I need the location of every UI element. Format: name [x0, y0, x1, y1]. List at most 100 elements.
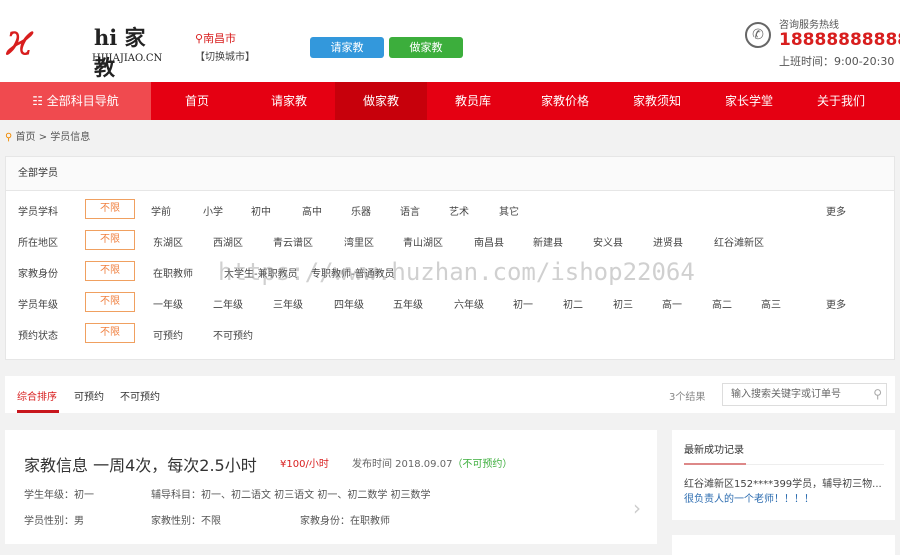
filter-unlimited-option[interactable]: 不限 — [85, 199, 135, 219]
filter-option[interactable]: 初三 — [613, 296, 633, 311]
search-icon[interactable]: ⚲ — [873, 384, 882, 405]
filter-panel: 全部学员 学员学科 不限 学前 小学 初中 高中 乐器 语言 艺术 其它 更多 所在地区 不限 东湖区 西湖… — [5, 156, 895, 360]
main-nav: ☷ 全部科目导航 首页 请家教 做家教 教员库 家教价格 家教须知 家长学堂 关… — [0, 82, 900, 120]
filter-more-button[interactable]: 更多 — [826, 296, 846, 311]
filter-option[interactable]: 语言 — [400, 203, 420, 218]
nav-request-tutor[interactable]: 请家教 — [243, 82, 335, 120]
filter-option[interactable]: 东湖区 — [153, 234, 183, 249]
success-records: 最新成功记录 红谷滩新区152****399学员，辅导初三物... 很负责人的一… — [672, 430, 895, 520]
filter-unlimited-option[interactable]: 不限 — [85, 230, 135, 250]
header: ϰ hi 家教 HIJIAJIAO.CN ⚲南昌市 【切换城市】 请家教 做家教… — [0, 0, 900, 82]
filter-option[interactable]: 学前 — [151, 203, 171, 218]
breadcrumb: ⚲ 首页 > 学员信息 — [0, 120, 900, 156]
filter-option[interactable]: 西湖区 — [213, 234, 243, 249]
filter-option[interactable]: 专职教师-普通教员 — [311, 265, 395, 280]
phone-icon: ✆ — [745, 22, 771, 48]
filter-option[interactable]: 高二 — [712, 296, 732, 311]
listing-gender: 学员性别：男 — [24, 516, 84, 527]
nav-parent-school[interactable]: 家长学堂 — [703, 82, 795, 120]
breadcrumb-current: 学员信息 — [50, 132, 91, 143]
search-placeholder: 输入搜索关键字或订单号 — [731, 389, 841, 400]
filter-option[interactable]: 青云谱区 — [273, 234, 313, 249]
listing-card[interactable]: 家教信息 一周4次，每次2.5小时 ¥100/小时 发布时间 2018.09.0… — [5, 430, 657, 544]
filter-option[interactable]: 五年级 — [393, 296, 423, 311]
nav-tutor-library[interactable]: 教员库 — [427, 82, 519, 120]
nav-prices[interactable]: 家教价格 — [519, 82, 611, 120]
listing-published: 发布时间 2018.09.07（不可预约） — [352, 455, 512, 470]
filter-option[interactable]: 高三 — [761, 296, 781, 311]
request-tutor-button[interactable]: 请家教 — [310, 37, 384, 58]
sidebar-panel-2 — [672, 535, 895, 555]
filter-option[interactable]: 进贤县 — [653, 234, 683, 249]
filter-option[interactable]: 初二 — [563, 296, 583, 311]
filter-option[interactable]: 新建县 — [533, 234, 563, 249]
nav-home[interactable]: 首页 — [151, 82, 243, 120]
location-pin-icon: ⚲ — [5, 132, 13, 143]
record-item[interactable]: 红谷滩新区152****399学员，辅导初三物... — [684, 475, 889, 490]
record-comment-link[interactable]: 很负责人的一个老师！！！！ — [684, 490, 814, 505]
booking-status: （不可预约） — [452, 459, 513, 470]
location-pin-icon: ⚲ — [195, 32, 204, 45]
filter-option[interactable]: 不可预约 — [213, 327, 253, 342]
filter-option[interactable]: 安义县 — [593, 234, 623, 249]
nav-notice[interactable]: 家教须知 — [611, 82, 703, 120]
filter-option[interactable]: 小学 — [203, 203, 223, 218]
sort-tab-available[interactable]: 可预约 — [74, 388, 104, 403]
chevron-right-icon[interactable]: › — [633, 496, 641, 520]
nav-all-subjects[interactable]: ☷ 全部科目导航 — [0, 82, 151, 120]
filter-option[interactable]: 南昌县 — [474, 234, 504, 249]
logo[interactable]: ϰ hi 家教 HIJIAJIAO.CN — [6, 15, 166, 81]
filter-row-label: 家教身份 — [18, 269, 58, 280]
listing-teacher-gender: 家教性别：不限 — [151, 516, 221, 527]
filter-option[interactable]: 高中 — [302, 203, 322, 218]
nav-all-label: 全部科目导航 — [46, 94, 119, 108]
filter-option[interactable]: 其它 — [499, 203, 519, 218]
filter-row-label: 学员学科 — [18, 207, 58, 218]
become-tutor-button[interactable]: 做家教 — [389, 37, 463, 58]
sort-bar: 综合排序 可预约 不可预约 3个结果 输入搜索关键字或订单号 ⚲ — [5, 376, 895, 413]
listing-title[interactable]: 家教信息 一周4次，每次2.5小时 — [24, 452, 257, 476]
nav-become-tutor[interactable]: 做家教 — [335, 82, 427, 120]
breadcrumb-sep: > — [38, 132, 48, 143]
filter-title: 全部学员 — [6, 157, 894, 191]
filter-row: 所在地区 不限 东湖区 西湖区 青云谱区 湾里区 青山湖区 南昌县 新建县 安义县 进贤县 红谷滩新区 — [6, 225, 894, 256]
filter-option[interactable]: 初中 — [251, 203, 271, 218]
filter-unlimited-option[interactable]: 不限 — [85, 292, 135, 312]
hotline-number: 18888888888 — [779, 30, 900, 50]
filter-option[interactable]: 艺术 — [449, 203, 469, 218]
sort-tab-default[interactable]: 综合排序 — [17, 388, 57, 403]
hotline-label: 咨询服务热线 — [779, 20, 839, 31]
filter-option[interactable]: 乐器 — [351, 203, 371, 218]
filter-row: 学员学科 不限 学前 小学 初中 高中 乐器 语言 艺术 其它 更多 — [6, 194, 894, 225]
listing-price: ¥100/小时 — [280, 459, 329, 470]
filter-option[interactable]: 在职教师 — [153, 265, 193, 280]
filter-option[interactable]: 初一 — [513, 296, 533, 311]
nav-about[interactable]: 关于我们 — [795, 82, 887, 120]
filter-unlimited-option[interactable]: 不限 — [85, 323, 135, 343]
filter-option[interactable]: 青山湖区 — [403, 234, 443, 249]
filter-option[interactable]: 四年级 — [334, 296, 364, 311]
filter-option[interactable]: 三年级 — [273, 296, 303, 311]
filter-row-label: 学员年级 — [18, 300, 58, 311]
listing-subjects: 辅导科目：初一、初二语文 初三语文 初一、初二数学 初三数学 — [151, 490, 431, 501]
filter-option[interactable]: 六年级 — [454, 296, 484, 311]
city-selector[interactable]: ⚲南昌市 【切换城市】 — [195, 30, 255, 63]
publish-date: 发布时间 2018.09.07 — [352, 459, 453, 470]
switch-city-link[interactable]: 【切换城市】 — [195, 48, 255, 63]
filter-option[interactable]: 高一 — [662, 296, 682, 311]
filter-option[interactable]: 湾里区 — [344, 234, 374, 249]
sort-tab-unavailable[interactable]: 不可预约 — [120, 388, 160, 403]
filter-row: 学员年级 不限 一年级 二年级 三年级 四年级 五年级 六年级 初一 初二 初三 高一 高二 高三 更多 — [6, 287, 894, 318]
filter-option[interactable]: 一年级 — [153, 296, 183, 311]
logo-mark-icon: ϰ — [6, 15, 34, 66]
breadcrumb-home[interactable]: 首页 — [16, 132, 36, 143]
filter-option[interactable]: 红谷滩新区 — [714, 234, 764, 249]
filter-option[interactable]: 二年级 — [213, 296, 243, 311]
filter-option[interactable]: 可预约 — [153, 327, 183, 342]
logo-sub: HIJIAJIAO.CN — [92, 53, 163, 64]
filter-option[interactable]: 大学生-兼职教员 — [224, 265, 298, 280]
search-input[interactable]: 输入搜索关键字或订单号 ⚲ — [722, 383, 887, 406]
listing-grade: 学生年级：初一 — [24, 490, 94, 501]
filter-more-button[interactable]: 更多 — [826, 203, 846, 218]
filter-unlimited-option[interactable]: 不限 — [85, 261, 135, 281]
